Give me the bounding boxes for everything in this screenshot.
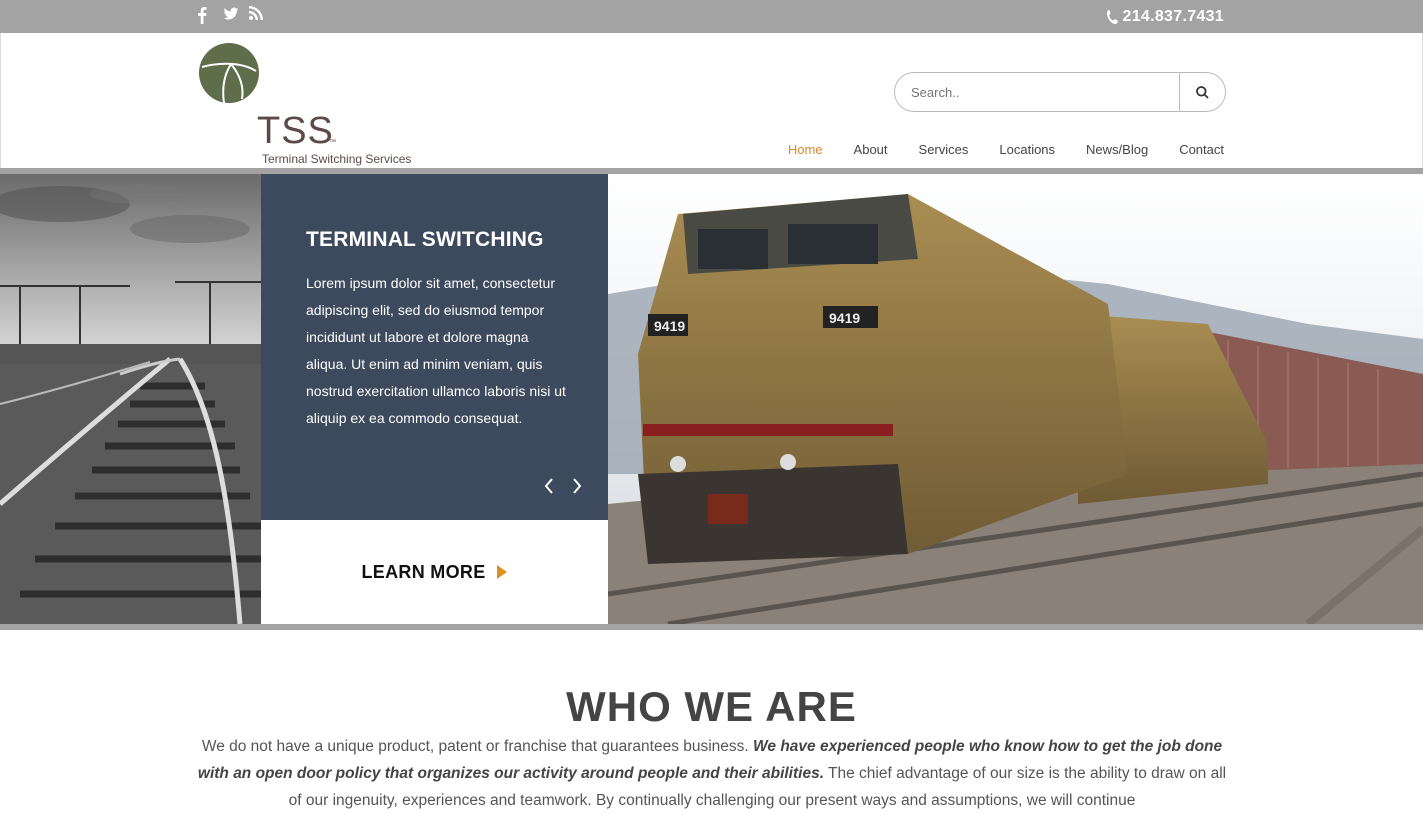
search-icon [1196, 85, 1209, 99]
hero-title: TERMINAL SWITCHING [306, 228, 544, 251]
learn-more-button[interactable]: LEARN MORE [261, 520, 608, 624]
learn-more-label: LEARN MORE [361, 561, 486, 582]
railroad-tracks-image [0, 174, 261, 624]
search-input[interactable] [895, 73, 1179, 111]
logo-trademark: ™ [329, 139, 336, 146]
phone-icon [1106, 10, 1118, 24]
top-bar: 214.837.7431 [0, 0, 1423, 33]
slider-arrows [542, 476, 584, 496]
chevron-right-icon[interactable] [570, 476, 584, 496]
logo[interactable]: TSS ™ Terminal Switching Services [198, 41, 418, 166]
phone-number[interactable]: 214.837.7431 [1106, 8, 1224, 26]
hero-divider [0, 624, 1423, 630]
play-arrow-icon [496, 565, 507, 579]
logo-mark-icon [199, 43, 259, 104]
chevron-left-icon[interactable] [542, 476, 556, 496]
search-box [894, 72, 1226, 112]
search-button[interactable] [1179, 73, 1225, 111]
social-links [197, 6, 265, 24]
locomotive-image: 9419 9419 [607, 174, 1423, 624]
main-nav: Home About Services Locations News/Blog … [788, 142, 1224, 157]
phone-number-text: 214.837.7431 [1122, 8, 1224, 25]
nav-item-contact[interactable]: Contact [1179, 142, 1224, 157]
rss-icon[interactable] [249, 6, 265, 24]
hero-body: Lorem ipsum dolor sit amet, consectetur … [306, 275, 566, 426]
nav-item-services[interactable]: Services [919, 142, 969, 157]
svg-text:9419: 9419 [654, 318, 685, 334]
who-we-are-text: We do not have a unique product, patent … [197, 733, 1227, 814]
nav-item-news-blog[interactable]: News/Blog [1086, 142, 1148, 157]
site-header: TSS ™ Terminal Switching Services Home A… [0, 33, 1423, 169]
who-text-start: We do not have a unique product, patent … [201, 738, 754, 755]
facebook-icon[interactable] [197, 6, 213, 24]
twitter-icon[interactable] [223, 6, 239, 24]
nav-item-locations[interactable]: Locations [999, 142, 1055, 157]
hero-content-panel: TERMINAL SWITCHING Lorem ipsum dolor sit… [261, 174, 608, 520]
svg-text:9419: 9419 [829, 310, 860, 326]
nav-item-about[interactable]: About [854, 142, 888, 157]
logo-subtitle: Terminal Switching Services [262, 152, 412, 166]
logo-name: TSS [257, 110, 334, 152]
who-we-are-title: WHO WE ARE [566, 683, 857, 730]
nav-item-home[interactable]: Home [788, 142, 823, 157]
hero-slider: TERMINAL SWITCHING Lorem ipsum dolor sit… [0, 174, 1423, 624]
